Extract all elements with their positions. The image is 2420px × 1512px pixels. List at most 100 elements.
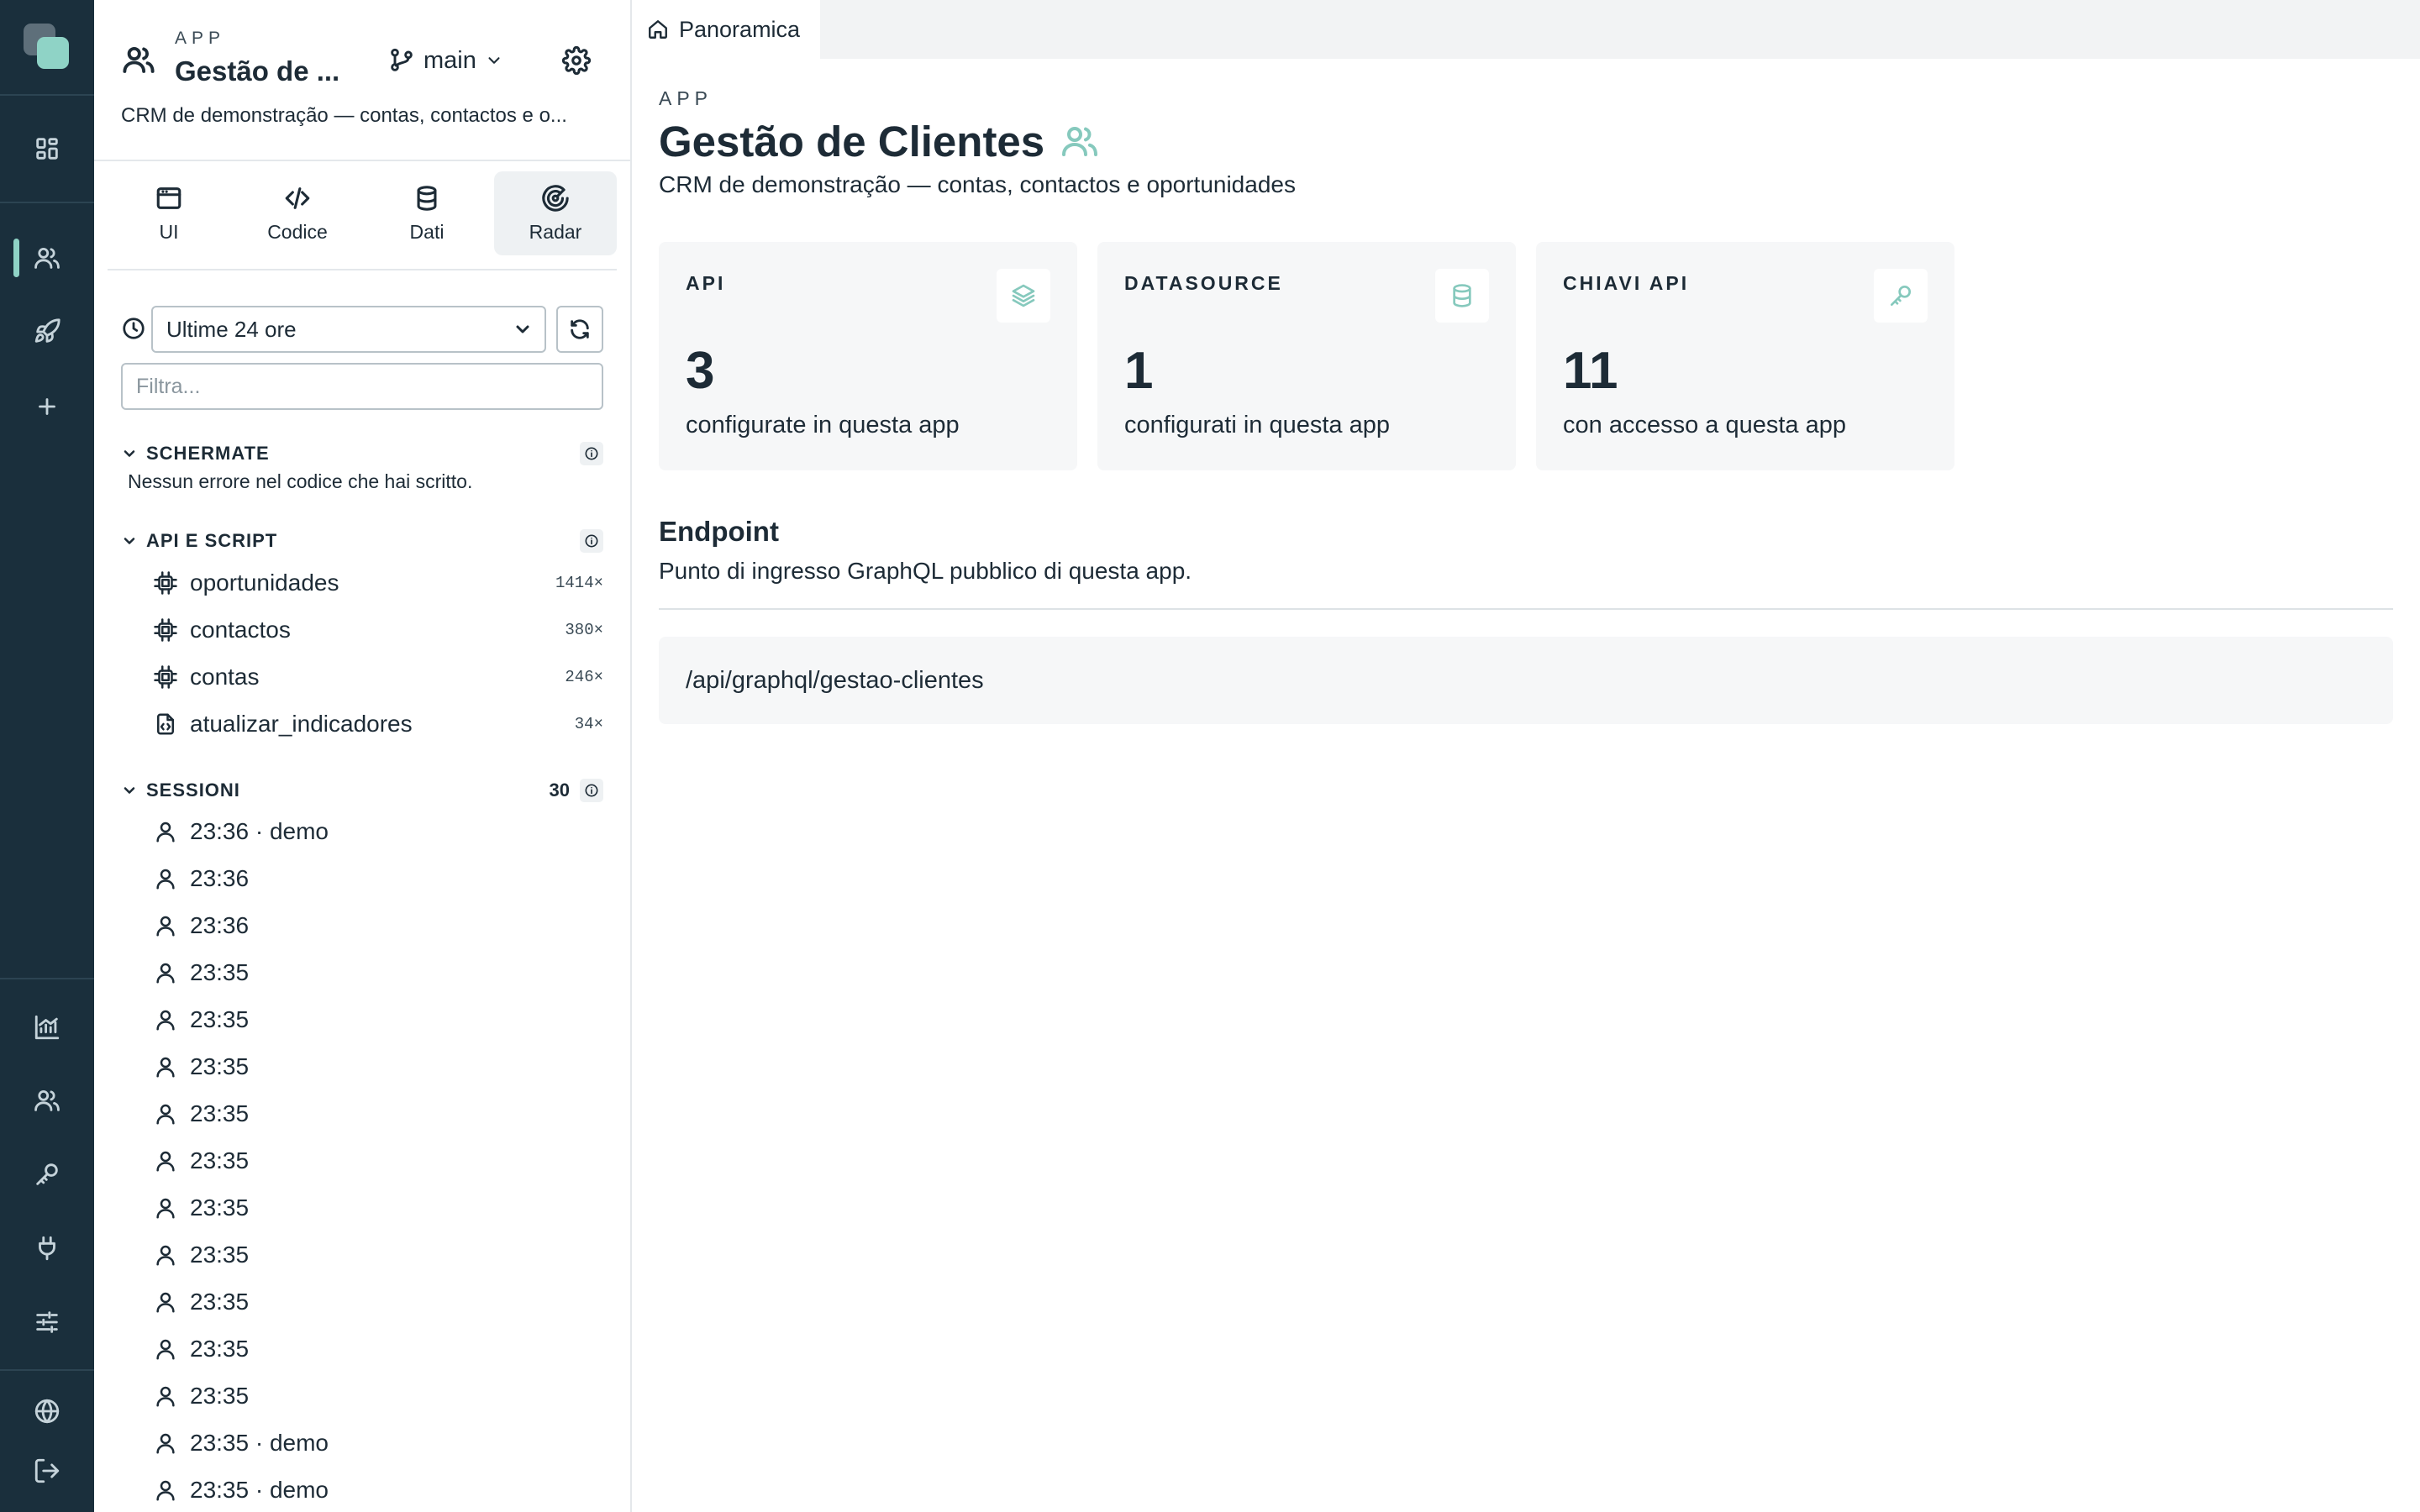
info-icon[interactable] xyxy=(580,442,603,465)
language-nav-button[interactable] xyxy=(0,1382,94,1441)
user-icon xyxy=(153,819,178,844)
session-item[interactable]: 23:35 xyxy=(153,1139,603,1183)
session-item-label: 23:36 xyxy=(190,865,250,891)
session-item[interactable]: 23:35 · demo xyxy=(153,1468,603,1512)
time-range-row: Ultime 24 ore xyxy=(121,306,630,353)
users-icon xyxy=(121,42,156,77)
rocket-icon xyxy=(33,318,61,346)
session-item-label: 23:35 · demo xyxy=(190,1430,329,1456)
refresh-button[interactable] xyxy=(556,306,603,353)
users-nav-button[interactable] xyxy=(0,1071,94,1130)
session-item[interactable]: 23:35 xyxy=(153,1233,603,1277)
session-item[interactable]: 23:35 xyxy=(153,998,603,1042)
chevron-down-icon xyxy=(121,533,138,549)
plug-icon xyxy=(33,1234,61,1263)
analytics-nav-button[interactable] xyxy=(0,998,94,1057)
session-item-label: 23:36 xyxy=(190,912,250,938)
branch-selector[interactable]: main xyxy=(388,42,503,79)
session-item[interactable]: 23:35 xyxy=(153,1045,603,1089)
app-logo[interactable] xyxy=(24,24,71,71)
session-item-label: 23:35 xyxy=(190,1383,250,1409)
plus-icon xyxy=(33,392,61,421)
stat-card-value: 1 xyxy=(1124,342,1154,400)
script-file-icon xyxy=(153,711,178,737)
rail-divider xyxy=(0,94,94,96)
session-item[interactable]: 23:35 xyxy=(153,1186,603,1230)
page-title: Gestão de Clientes xyxy=(659,117,1045,165)
endpoint-subtitle: Punto di ingresso GraphQL pubblico di qu… xyxy=(659,558,1192,584)
api-item-label: contactos xyxy=(190,617,291,643)
script-item[interactable]: atualizar_indicadores 34× xyxy=(153,702,603,746)
user-icon xyxy=(153,1336,178,1362)
tabs-divider xyxy=(108,269,617,270)
deploy-nav-button[interactable] xyxy=(0,302,94,361)
session-item-label: 23:35 · demo xyxy=(190,1477,329,1503)
api-item-label: oportunidades xyxy=(190,570,339,596)
schermate-empty-message: Nessun errore nel codice che hai scritto… xyxy=(128,470,473,492)
app-settings-button[interactable] xyxy=(558,42,595,79)
api-item[interactable]: contactos 380× xyxy=(153,608,603,652)
apps-nav-button[interactable] xyxy=(0,228,94,287)
dashboard-nav-button[interactable] xyxy=(0,119,94,178)
panel-kicker: APP xyxy=(175,29,226,48)
tab-ui[interactable]: UI xyxy=(108,171,230,255)
section-api-header[interactable]: API E SCRIPT xyxy=(121,528,603,554)
users-icon xyxy=(33,244,61,272)
tab-panoramica[interactable]: Panoramica xyxy=(632,0,820,59)
create-app-button[interactable] xyxy=(0,377,94,436)
logout-button[interactable] xyxy=(0,1441,94,1500)
session-item[interactable]: 23:35 xyxy=(153,1374,603,1418)
endpoint-url-box[interactable]: /api/graphql/gestao-clientes xyxy=(659,637,2393,724)
integrations-nav-button[interactable] xyxy=(0,1219,94,1278)
chevron-down-icon xyxy=(121,445,138,462)
app-name: Gestão de ... xyxy=(175,55,340,87)
info-icon[interactable] xyxy=(580,529,603,553)
endpoint-divider xyxy=(659,608,2393,610)
session-item[interactable]: 23:36 · demo xyxy=(153,810,603,853)
radar-icon xyxy=(541,184,570,213)
session-item-label: 23:35 xyxy=(190,1053,250,1079)
stat-card-value: 11 xyxy=(1563,342,1618,400)
api-item[interactable]: oportunidades 1414× xyxy=(153,561,603,605)
session-item[interactable]: 23:35 xyxy=(153,1092,603,1136)
stat-card-label: API xyxy=(686,272,726,294)
time-range-select[interactable]: Ultime 24 ore xyxy=(151,306,546,353)
tab-radar[interactable]: Radar xyxy=(494,171,617,255)
app-side-panel: APP Gestão de ... main CRM de demonstraç… xyxy=(94,0,632,1512)
stat-card-api[interactable]: API 3 configurate in questa app xyxy=(659,242,1077,470)
session-item[interactable]: 23:35 xyxy=(153,951,603,995)
page-subtitle: CRM de demonstração — contas, contactos … xyxy=(659,171,1296,197)
session-item[interactable]: 23:36 xyxy=(153,857,603,900)
section-sessioni-header[interactable]: SESSIONI 30 xyxy=(121,777,603,804)
navigation-rail xyxy=(0,0,94,1512)
stat-card-api-keys[interactable]: CHIAVI API 11 con accesso a questa app xyxy=(1536,242,1954,470)
tab-codice[interactable]: Codice xyxy=(236,171,359,255)
session-item-label: 23:35 xyxy=(190,1289,250,1315)
app-description: CRM de demonstração — contas, contactos … xyxy=(121,104,567,127)
page-kicker: APP xyxy=(659,87,713,109)
stat-card-datasource[interactable]: DATASOURCE 1 configurati in questa app xyxy=(1097,242,1516,470)
globe-icon xyxy=(33,1397,61,1425)
endpoint-heading: Endpoint xyxy=(659,516,779,547)
session-item[interactable]: 23:35 xyxy=(153,1327,603,1371)
section-title: SCHERMATE xyxy=(146,443,270,464)
stat-card-value: 3 xyxy=(686,342,715,400)
session-item[interactable]: 23:35 · demo xyxy=(153,1421,603,1465)
session-item[interactable]: 23:36 xyxy=(153,904,603,948)
stat-card-label: CHIAVI API xyxy=(1563,272,1690,294)
session-item-label: 23:35 xyxy=(190,1100,250,1126)
user-icon xyxy=(153,1289,178,1315)
session-item[interactable]: 23:35 xyxy=(153,1280,603,1324)
script-item-count: 34× xyxy=(574,715,603,733)
api-keys-nav-button[interactable] xyxy=(0,1145,94,1204)
settings-nav-button[interactable] xyxy=(0,1293,94,1352)
logout-icon xyxy=(33,1457,61,1485)
filter-input[interactable] xyxy=(121,363,603,410)
rail-divider xyxy=(0,1369,94,1371)
section-schermate-header[interactable]: SCHERMATE xyxy=(121,440,603,467)
info-icon[interactable] xyxy=(580,779,603,802)
tab-dati[interactable]: Dati xyxy=(366,171,488,255)
api-item[interactable]: contas 246× xyxy=(153,655,603,699)
user-icon xyxy=(153,913,178,938)
session-item-label: 23:35 xyxy=(190,1336,250,1362)
